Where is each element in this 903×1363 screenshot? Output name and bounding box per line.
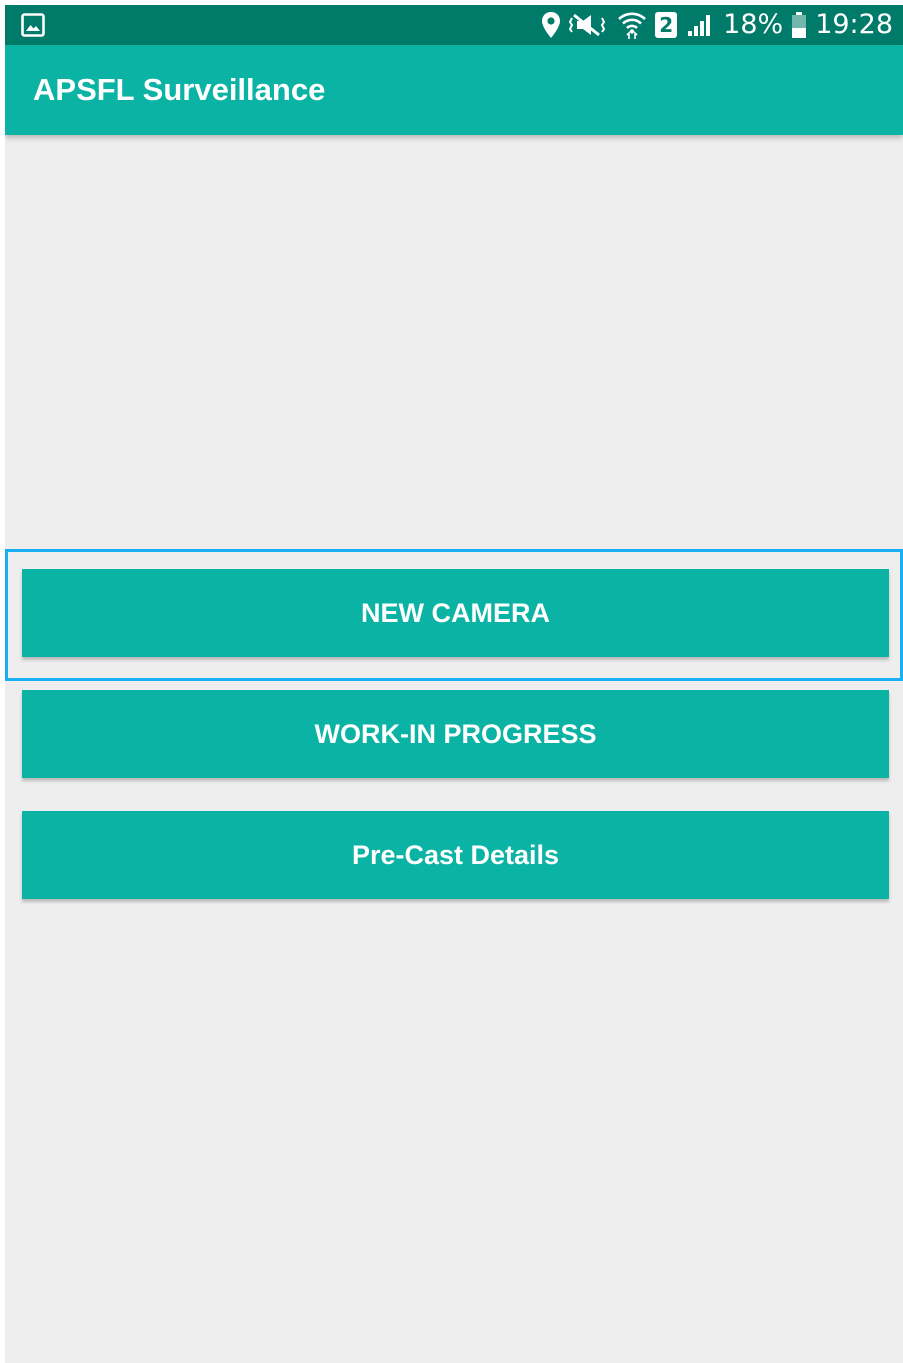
cell-signal-icon — [685, 12, 715, 38]
battery-icon — [791, 11, 807, 39]
app-title: APSFL Surveillance — [33, 72, 326, 107]
wifi-icon — [617, 10, 647, 40]
work-in-progress-button[interactable]: WORK-IN PROGRESS — [22, 690, 889, 778]
app-screen: 2 18% 19:28 APSFL Surveillance NEW CAMER… — [5, 5, 903, 1363]
location-pin-icon — [541, 11, 561, 39]
clock: 19:28 — [815, 9, 893, 40]
battery-percent: 18% — [723, 9, 784, 40]
gallery-image-icon — [21, 13, 45, 37]
app-toolbar: APSFL Surveillance — [5, 45, 903, 135]
new-camera-button[interactable]: NEW CAMERA — [22, 569, 889, 657]
sim-2-icon: 2 — [655, 12, 678, 38]
status-bar: 2 18% 19:28 — [5, 5, 903, 45]
status-icons: 2 18% 19:28 — [541, 5, 893, 45]
vibrate-mute-icon — [569, 12, 609, 38]
pre-cast-details-button[interactable]: Pre-Cast Details — [22, 811, 889, 899]
